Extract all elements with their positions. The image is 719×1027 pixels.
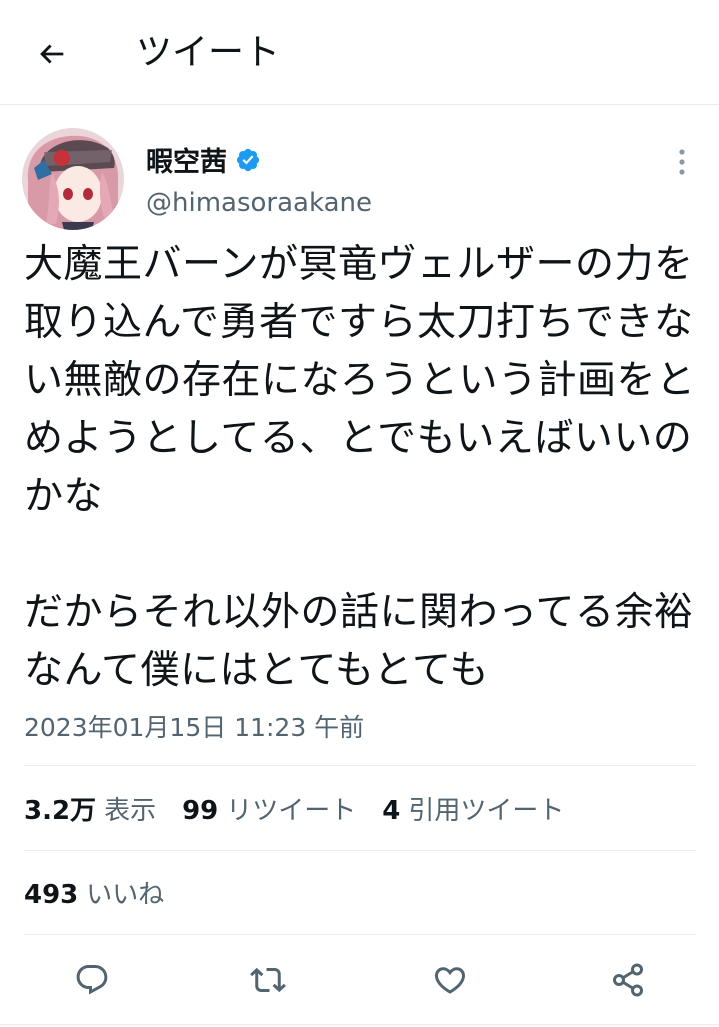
- avatar-image: [22, 128, 124, 230]
- retweets-label: リツイート: [226, 795, 357, 826]
- avatar[interactable]: [22, 128, 124, 230]
- retweets-count: 99: [182, 795, 219, 826]
- retweet-icon: [250, 967, 286, 993]
- divider: [24, 765, 696, 766]
- more-vertical-icon: [679, 149, 685, 175]
- quotes-count: 4: [382, 795, 401, 826]
- bottom-divider: [0, 1024, 719, 1025]
- divider: [24, 934, 696, 935]
- author-handle[interactable]: @himasoraakane: [146, 188, 372, 218]
- top-bar: ツイート: [0, 0, 719, 105]
- divider: [24, 850, 696, 851]
- verified-badge-icon: [235, 147, 261, 173]
- views-label: 表示: [104, 795, 157, 826]
- back-button[interactable]: [28, 30, 76, 78]
- views-count: 3.2万: [24, 795, 97, 826]
- share-icon: [613, 963, 643, 997]
- action-bar: [0, 946, 719, 1014]
- quotes-stat[interactable]: 4 引用ツイート: [382, 790, 564, 827]
- like-button[interactable]: [428, 958, 472, 1002]
- arrow-left-icon: [40, 44, 64, 64]
- reply-icon: [76, 965, 108, 995]
- likes-stat[interactable]: 493 いいね: [24, 874, 164, 911]
- reply-button[interactable]: [70, 958, 114, 1002]
- like-icon: [434, 967, 466, 994]
- tweet-timestamp[interactable]: 2023年01月15日 11:23 午前: [24, 708, 364, 744]
- author-name[interactable]: 暇空茜: [146, 140, 261, 179]
- likes-count: 493: [24, 879, 79, 910]
- tweet-text: 大魔王バーンが冥竜ヴェルザーの力を取り込んで勇者ですら太刀打ちできない無敵の存在…: [24, 242, 696, 693]
- likes-row: 493 いいね: [24, 872, 190, 912]
- more-options-button[interactable]: [664, 144, 700, 180]
- author-name-text: 暇空茜: [146, 147, 227, 178]
- retweets-stat[interactable]: 99 リツイート: [182, 790, 356, 827]
- stats-row: 3.2万 表示 99 リツイート 4 引用ツイート: [24, 788, 590, 828]
- likes-label: いいね: [86, 879, 165, 910]
- quotes-label: 引用ツイート: [408, 795, 565, 826]
- page-title: ツイート: [136, 32, 281, 73]
- retweet-button[interactable]: [246, 958, 290, 1002]
- views-stat: 3.2万 表示: [24, 790, 156, 827]
- share-button[interactable]: [606, 958, 650, 1002]
